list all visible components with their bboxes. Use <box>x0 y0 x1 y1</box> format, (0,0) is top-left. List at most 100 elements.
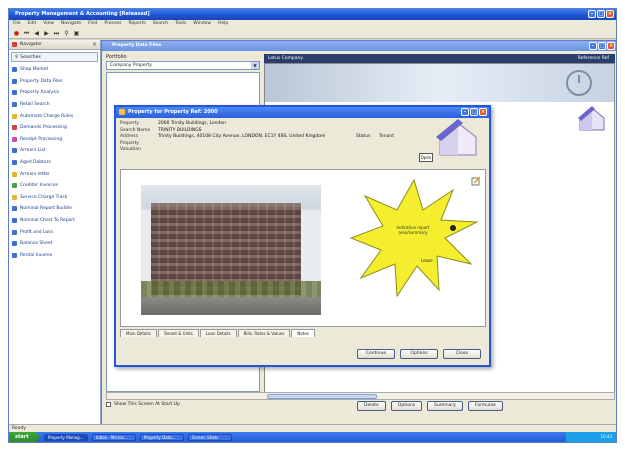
inner-maximize-button[interactable]: □ <box>598 42 606 50</box>
menu-item-process[interactable]: Process <box>104 20 121 28</box>
menu-item-reports[interactable]: Reports <box>128 20 145 28</box>
sidebar-item-label: Aged Debtors <box>20 160 51 166</box>
sidebar-item[interactable]: Property Data Files <box>9 76 100 88</box>
inner-minimize-button[interactable]: – <box>589 42 597 50</box>
first-record-icon[interactable]: ⏮ <box>23 30 30 37</box>
sidebar-item[interactable]: Aged Debtors <box>9 157 100 169</box>
grid-header-left: Lotus Company <box>268 56 303 61</box>
show-at-startup-checkbox[interactable] <box>106 402 111 407</box>
header-banner-image <box>265 64 614 102</box>
sidebar-item[interactable]: Creditor Invoices <box>9 180 100 192</box>
sidebar-item[interactable]: Arrears List <box>9 145 100 157</box>
dialog-button-row: Continue Options Close <box>357 349 481 359</box>
desktop-screen: Property Management & Accounting [Releas… <box>8 8 617 443</box>
tab-loan-details[interactable]: Loan Details <box>199 329 237 337</box>
sidebar-item-icon <box>12 171 17 177</box>
close-button[interactable]: × <box>606 10 614 18</box>
sidebar-item[interactable]: Service Charge Track <box>9 192 100 204</box>
close-button[interactable]: Close <box>443 349 481 359</box>
tab-tenant-units[interactable]: Tenant & Units <box>157 329 199 337</box>
sidebar-item-label: Nominal Chart To Report <box>20 218 75 224</box>
sidebar-item-label: Demands Processing <box>20 125 67 131</box>
menu-item-view[interactable]: View <box>43 20 54 28</box>
searches-tab[interactable]: ⚲ Searches <box>11 52 98 62</box>
menu-item-file[interactable]: File <box>13 20 21 28</box>
previous-record-icon[interactable]: ◀ <box>33 30 40 37</box>
sidebar-item-icon <box>12 183 17 189</box>
start-button[interactable]: start <box>9 432 39 442</box>
horizontal-scrollbar[interactable] <box>106 392 615 400</box>
last-record-icon[interactable]: ⏭ <box>53 30 60 37</box>
tab-notes[interactable]: Notes <box>291 329 315 337</box>
taskbar-task[interactable]: Inbox - Micros... <box>92 433 136 441</box>
property-house-icon <box>436 119 477 156</box>
edit-icon[interactable] <box>471 176 481 186</box>
scrollbar-thumb[interactable] <box>267 394 377 399</box>
sidebar-item-icon <box>12 160 17 166</box>
maximize-button[interactable]: □ <box>597 10 605 18</box>
menu-item-navigate[interactable]: Navigate <box>61 20 81 28</box>
sidebar-item[interactable]: Arrears letter <box>9 168 100 180</box>
tray-time: 10:43 <box>600 434 612 439</box>
portfolio-select-value: Company Property <box>110 63 152 68</box>
menu-item-edit[interactable]: Edit <box>28 20 37 28</box>
starburst-footer: Lease <box>421 258 433 263</box>
tab-bills-rates-values[interactable]: Bills, Rates & Values <box>237 329 291 337</box>
sidebar-item[interactable]: Receipt Processing <box>9 134 100 146</box>
sidebar-item[interactable]: Nominal Chart To Report <box>9 215 100 227</box>
status-label: Status <box>356 134 371 139</box>
tab-main-details[interactable]: Main Details <box>120 329 157 337</box>
minimize-button[interactable]: – <box>588 10 596 18</box>
menu-item-window[interactable]: Window <box>193 20 211 28</box>
summary-button[interactable]: Summary <box>427 401 463 411</box>
sidebar-item[interactable]: Balance Sheet <box>9 238 100 250</box>
next-record-icon[interactable]: ▶ <box>43 30 50 37</box>
dialog-maximize-button[interactable]: □ <box>470 108 478 116</box>
portfolio-label: Portfolio <box>106 54 127 60</box>
grid-header-right: Reference Ref <box>577 56 609 61</box>
dialog-app-icon <box>119 109 125 115</box>
sidebar-item-icon <box>12 218 17 224</box>
options-button[interactable]: Options <box>390 401 423 411</box>
inner-close-button[interactable]: × <box>607 42 615 50</box>
sidebar-item[interactable]: Automate Charge Rules <box>9 110 100 122</box>
menu-item-tools[interactable]: Tools <box>175 20 186 28</box>
sidebar-item-label: Balance Sheet <box>20 241 53 247</box>
field-row: Property <box>120 141 450 148</box>
formulae-button[interactable]: Formulae <box>467 401 503 411</box>
dialog-minimize-button[interactable]: – <box>461 108 469 116</box>
taskbar-task[interactable]: Property Data... <box>140 433 184 441</box>
menu-item-help[interactable]: Help <box>218 20 228 28</box>
sidebar-item-label: Automate Charge Rules <box>20 113 74 119</box>
chevron-down-icon[interactable]: ▼ <box>251 62 259 69</box>
open-button[interactable]: Open <box>419 153 433 162</box>
continue-button[interactable]: Continue <box>357 349 395 359</box>
menu-item-find[interactable]: Find <box>88 20 97 28</box>
inner-window-controls: – □ × <box>589 42 615 50</box>
stop-icon[interactable]: ● <box>13 30 20 37</box>
field-row: Property 2000 Trinity Buildings, London <box>120 121 450 128</box>
sidebar-item[interactable]: Retail Search <box>9 99 100 111</box>
sidebar-item[interactable]: Profit and Loss <box>9 226 100 238</box>
sidebar-item-label: Shop Market <box>20 67 49 73</box>
show-at-startup-option[interactable]: Show This Screen At Start Up <box>106 402 180 407</box>
taskbar-task[interactable]: Property Manag... <box>44 433 88 441</box>
taskbar-task[interactable]: Screen Shots <box>188 433 232 441</box>
find-icon[interactable]: ⚲ <box>63 30 70 37</box>
close-navigator-icon[interactable]: × <box>92 41 97 48</box>
sidebar-item[interactable]: Rental Income <box>9 250 100 262</box>
navigator-list: Shop Market Property Data Files Property A… <box>9 64 100 261</box>
menu-item-search[interactable]: Search <box>153 20 168 28</box>
sidebar-item[interactable]: Property Analysis <box>9 87 100 99</box>
sidebar-item[interactable]: Nominal Report Builder <box>9 203 100 215</box>
options-button[interactable]: Options <box>400 349 438 359</box>
dialog-close-button[interactable]: × <box>479 108 487 116</box>
portfolio-select[interactable]: Company Property ▼ <box>106 61 260 70</box>
field-value <box>158 147 450 154</box>
sidebar-item[interactable]: Demands Processing <box>9 122 100 134</box>
sidebar-item[interactable]: Shop Market <box>9 64 100 76</box>
save-icon[interactable]: ▣ <box>73 30 80 37</box>
taskbar-tasks: Property Manag... Inbox - Micros... Proper… <box>44 433 232 441</box>
field-row: Valuation <box>120 147 450 154</box>
delete-button[interactable]: Delete <box>357 401 386 411</box>
